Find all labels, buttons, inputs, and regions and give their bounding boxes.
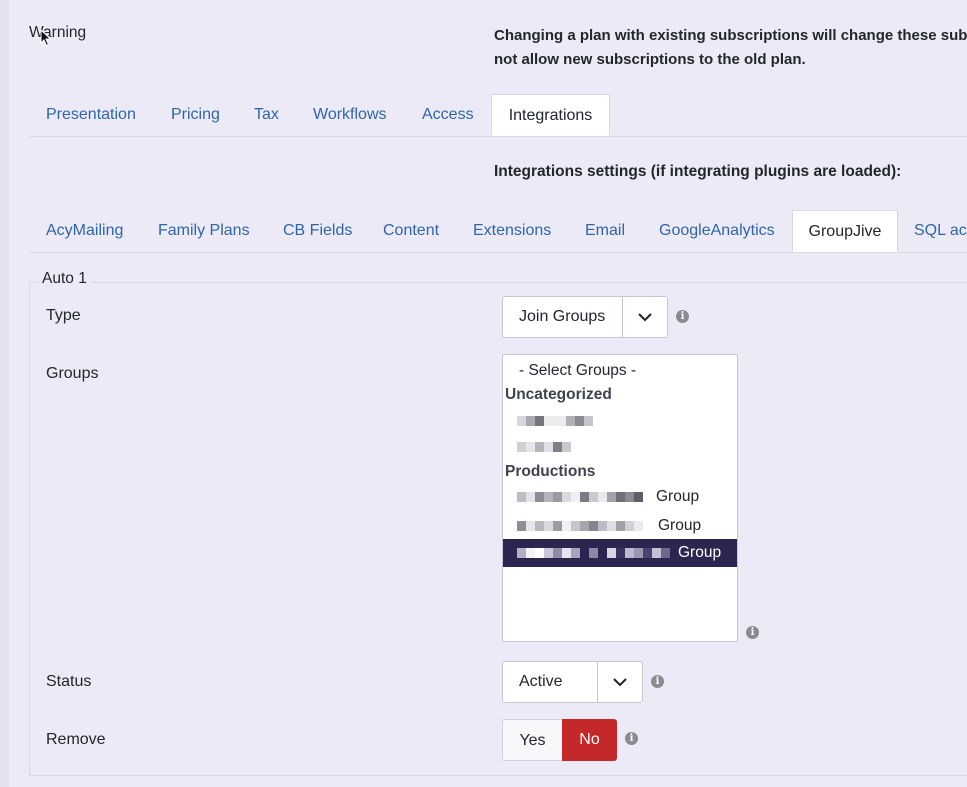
integrations-heading: Integrations settings (if integrating pl… bbox=[494, 163, 902, 180]
group-option-3[interactable]: Group bbox=[503, 483, 737, 510]
group-category-productions: Productions bbox=[505, 463, 596, 480]
tab-acymailing[interactable]: AcyMailing bbox=[46, 210, 123, 252]
tab-content[interactable]: Content bbox=[383, 210, 439, 252]
group-option-5-suffix: Group bbox=[678, 544, 722, 561]
integration-tab-bar: AcyMailing Family Plans CB Fields Conten… bbox=[29, 210, 967, 253]
tab-cb-fields[interactable]: CB Fields bbox=[283, 210, 352, 252]
redacted-group-name bbox=[517, 548, 670, 558]
status-label: Status bbox=[46, 673, 92, 690]
groups-label: Groups bbox=[46, 365, 99, 382]
chevron-down-icon bbox=[622, 297, 667, 337]
tab-presentation[interactable]: Presentation bbox=[46, 94, 136, 136]
warning-text-line1: Changing a plan with existing subscripti… bbox=[494, 27, 967, 44]
auto-legend: Auto 1 bbox=[38, 270, 91, 288]
group-option-3-suffix: Group bbox=[656, 488, 700, 505]
redacted-group-name bbox=[517, 492, 643, 502]
status-select[interactable]: Active bbox=[502, 661, 643, 703]
main-tab-bar: Presentation Pricing Tax Workflows Acces… bbox=[29, 94, 967, 137]
warning-text: Changing a plan with existing subscripti… bbox=[494, 24, 967, 72]
warning-text-line2: not allow new subscriptions to the old p… bbox=[494, 51, 806, 68]
tab-email[interactable]: Email bbox=[585, 210, 625, 252]
tab-groupjive[interactable]: GroupJive bbox=[792, 210, 898, 252]
tab-googleanalytics[interactable]: GoogleAnalytics bbox=[659, 210, 775, 252]
warning-label: Warning bbox=[29, 24, 87, 41]
redacted-group-name bbox=[517, 416, 593, 426]
info-icon: i bbox=[625, 732, 638, 745]
group-option-1[interactable] bbox=[503, 407, 737, 434]
group-option-4[interactable]: Group bbox=[503, 512, 737, 540]
groups-listbox[interactable]: - Select Groups - Uncategorized Producti… bbox=[502, 354, 738, 642]
group-option-4-suffix: Group bbox=[658, 517, 702, 534]
group-option-5-selected[interactable]: Group bbox=[503, 539, 737, 567]
info-icon: i bbox=[651, 675, 664, 688]
redacted-group-name bbox=[517, 442, 571, 452]
tab-integrations[interactable]: Integrations bbox=[491, 94, 610, 136]
chevron-down-icon bbox=[597, 662, 642, 702]
groups-placeholder-option[interactable]: - Select Groups - bbox=[519, 357, 636, 384]
cursor-icon bbox=[40, 29, 52, 47]
group-category-uncategorized: Uncategorized bbox=[505, 386, 612, 403]
type-label: Type bbox=[46, 307, 81, 324]
info-icon: i bbox=[746, 626, 759, 639]
remove-yes-button[interactable]: Yes bbox=[502, 719, 562, 761]
tab-extensions[interactable]: Extensions bbox=[473, 210, 551, 252]
tab-family-plans[interactable]: Family Plans bbox=[158, 210, 250, 252]
type-select-value: Join Groups bbox=[519, 308, 606, 325]
remove-toggle: Yes No bbox=[502, 719, 617, 761]
redacted-group-name bbox=[517, 521, 643, 531]
tab-sql-actions[interactable]: SQL act bbox=[914, 210, 967, 252]
type-select[interactable]: Join Groups bbox=[502, 296, 668, 338]
remove-label: Remove bbox=[46, 731, 106, 748]
tab-pricing[interactable]: Pricing bbox=[171, 94, 220, 136]
remove-no-button[interactable]: No bbox=[562, 719, 617, 761]
left-edge-strip bbox=[0, 0, 9, 787]
auto-fieldset bbox=[29, 282, 967, 776]
tab-access[interactable]: Access bbox=[422, 94, 474, 136]
info-icon: i bbox=[676, 310, 689, 323]
status-select-value: Active bbox=[519, 673, 563, 690]
tab-workflows[interactable]: Workflows bbox=[313, 94, 387, 136]
group-option-2[interactable] bbox=[503, 433, 737, 460]
tab-tax[interactable]: Tax bbox=[254, 94, 279, 136]
